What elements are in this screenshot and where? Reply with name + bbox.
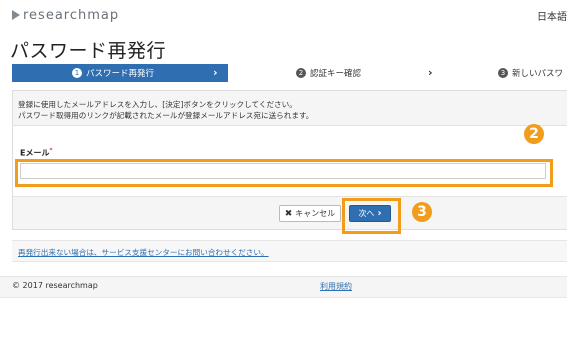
step-badge-3: 3 xyxy=(412,202,432,222)
terms-link[interactable]: 利用規約 xyxy=(320,281,352,292)
email-input[interactable] xyxy=(20,163,546,179)
language-switch[interactable]: 日本語 xyxy=(537,8,567,23)
email-label: Eメール* xyxy=(20,147,52,159)
step-number: 3 xyxy=(498,68,508,78)
chevron-right-icon: › xyxy=(377,208,382,219)
logo-text: researchmap xyxy=(23,7,120,23)
step-auth-key: 2 認証キー確認 › xyxy=(228,64,440,82)
step-password-reissue: 1 パスワード再発行 › xyxy=(12,64,228,82)
logo-arrow-icon xyxy=(12,10,20,20)
step-badge-2: 2 xyxy=(524,124,544,144)
step-number: 1 xyxy=(72,68,82,78)
close-icon: ✖ xyxy=(284,208,293,219)
chevron-right-icon: › xyxy=(428,66,433,79)
step-label: 新しいパスワ xyxy=(512,69,564,79)
support-center-link[interactable]: 再発行出来ない場合は、サービス支援センターにお問い合わせください。 xyxy=(18,247,269,258)
copyright: © 2017 researchmap xyxy=(12,281,98,290)
step-label: パスワード再発行 xyxy=(86,69,155,79)
page-title: パスワード再発行 xyxy=(10,40,167,62)
email-label-text: Eメール xyxy=(20,148,50,158)
chevron-right-icon: › xyxy=(213,66,218,79)
copyright-icon: © xyxy=(12,281,20,290)
researchmap-logo[interactable]: researchmap xyxy=(12,7,119,23)
info-text-line1: 登録に使用したメールアドレスを入力し、[決定]ボタンをクリックしてください。 xyxy=(18,100,297,109)
cancel-button-label: キャンセル xyxy=(295,209,336,218)
next-button-label: 次へ xyxy=(358,209,375,218)
cancel-button[interactable]: ✖ キャンセル xyxy=(279,205,341,222)
copyright-text: 2017 researchmap xyxy=(22,281,98,290)
step-label: 認証キー確認 xyxy=(310,69,362,79)
stepper: 1 パスワード再発行 › 2 認証キー確認 › 3 新しいパスワ xyxy=(12,64,567,82)
next-button[interactable]: 次へ › xyxy=(349,205,391,222)
step-new-password: 3 新しいパスワ xyxy=(440,64,567,82)
required-mark: * xyxy=(49,147,53,154)
step-number: 2 xyxy=(296,68,306,78)
info-text-line2: パスワード取得用のリンクが記載されたメールが登録メールアドレス宛に送られます。 xyxy=(18,111,314,120)
